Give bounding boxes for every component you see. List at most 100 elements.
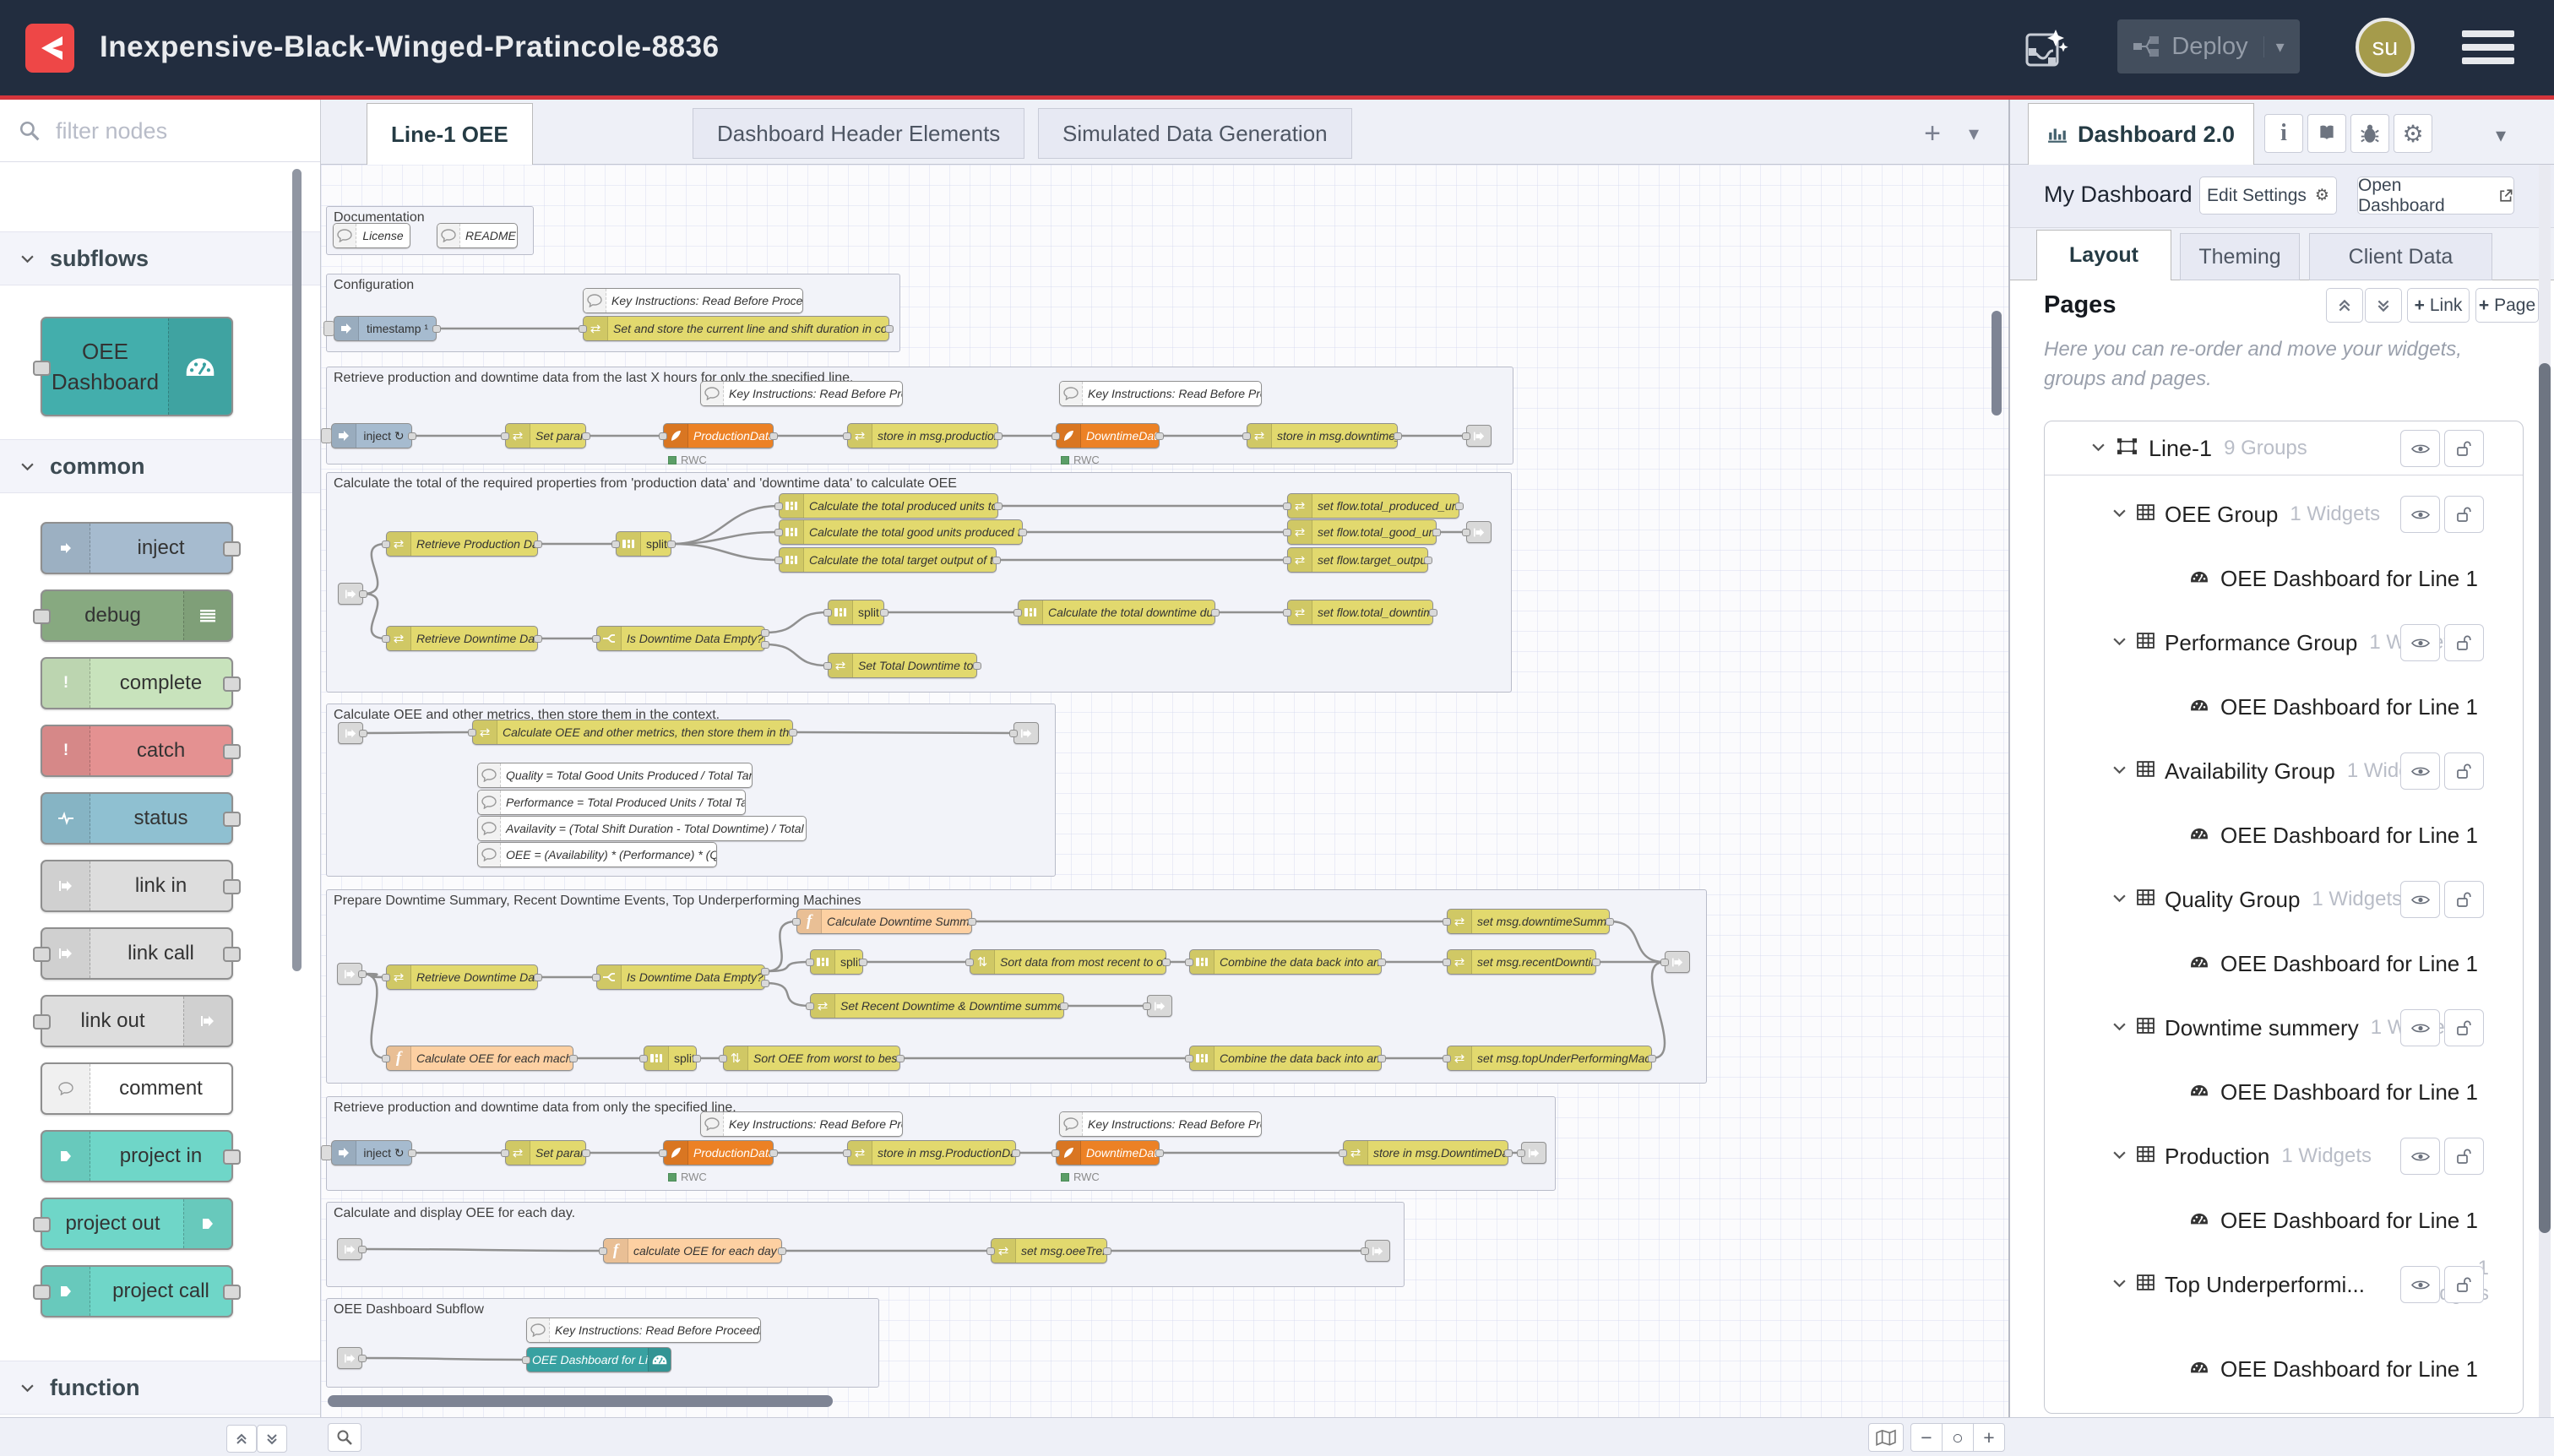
output-port[interactable] bbox=[1394, 432, 1402, 440]
input-port[interactable] bbox=[33, 609, 51, 624]
node-change[interactable]: ⇄store in msg.production_data bbox=[847, 423, 998, 448]
input-port[interactable] bbox=[1051, 1149, 1060, 1157]
output-port[interactable] bbox=[534, 974, 542, 981]
node-comment[interactable]: Key Instructions: Read Before Proceeding bbox=[700, 381, 903, 406]
node-inject[interactable]: inject ↻ bbox=[331, 423, 412, 448]
output-port[interactable] bbox=[667, 541, 676, 548]
input-port[interactable] bbox=[1013, 609, 1022, 617]
tree-widget-row[interactable]: OEE Dashboard for Line 1 bbox=[2045, 560, 2523, 597]
zoom-in-button[interactable]: + bbox=[1973, 1423, 2005, 1452]
input-port[interactable] bbox=[1283, 529, 1291, 536]
node-inject[interactable]: inject ↻ bbox=[331, 1140, 412, 1165]
input-port[interactable] bbox=[659, 432, 667, 440]
output-port[interactable] bbox=[761, 629, 769, 637]
visibility-toggle-button[interactable] bbox=[2400, 881, 2440, 918]
chevron-down-icon[interactable] bbox=[2112, 892, 2127, 907]
node-calc[interactable]: split bbox=[828, 600, 884, 625]
output-port[interactable] bbox=[223, 812, 241, 827]
lock-toggle-button[interactable] bbox=[2444, 881, 2484, 918]
tab-dashboard-header-elements[interactable]: Dashboard Header Elements bbox=[693, 108, 1024, 159]
node-comment[interactable]: Quality = Total Good Units Produced / To… bbox=[477, 763, 753, 788]
input-port[interactable] bbox=[592, 974, 600, 981]
chevron-down-icon[interactable] bbox=[2112, 763, 2127, 779]
move-up-button[interactable] bbox=[2326, 288, 2363, 323]
output-port[interactable] bbox=[534, 541, 542, 548]
lock-toggle-button[interactable] bbox=[2444, 1138, 2484, 1175]
palette-filter-input[interactable] bbox=[54, 111, 302, 150]
palette-node-project-out[interactable]: project out bbox=[41, 1198, 233, 1250]
input-port[interactable] bbox=[639, 1055, 648, 1062]
output-port[interactable] bbox=[761, 641, 769, 649]
palette-category-function[interactable]: function bbox=[0, 1361, 320, 1415]
visibility-toggle-button[interactable] bbox=[2400, 496, 2440, 533]
node-sort[interactable]: ⇅Sort data from most recent to oldest bbox=[970, 949, 1166, 975]
output-port[interactable] bbox=[1103, 1247, 1111, 1255]
input-port[interactable] bbox=[33, 947, 51, 962]
lock-toggle-button[interactable] bbox=[2444, 624, 2484, 661]
flow-canvas[interactable]: DocumentationConfigurationRetrieve produ… bbox=[321, 165, 2008, 1417]
node-switch[interactable]: Is Downtime Data Empty? bbox=[596, 964, 765, 990]
flow-list-button[interactable]: ▾ bbox=[1955, 115, 1992, 152]
input-port[interactable] bbox=[843, 432, 851, 440]
input-port[interactable] bbox=[501, 432, 509, 440]
tab-theming[interactable]: Theming bbox=[2180, 233, 2300, 280]
visibility-toggle-button[interactable] bbox=[2400, 430, 2440, 467]
tab-client-data[interactable]: Client Data bbox=[2309, 233, 2492, 280]
input-port[interactable] bbox=[823, 609, 832, 617]
input-port[interactable] bbox=[1051, 432, 1060, 440]
node-change[interactable]: ⇄Set Recent Downtime & Downtime summery … bbox=[810, 993, 1064, 1019]
lock-toggle-button[interactable] bbox=[2444, 496, 2484, 533]
node-influx[interactable]: ProductionData bbox=[663, 1140, 774, 1165]
node-change[interactable]: ⇄set flow.total_downtime bbox=[1287, 600, 1433, 625]
output-port[interactable] bbox=[223, 947, 241, 962]
lock-toggle-button[interactable] bbox=[2444, 430, 2484, 467]
node-change[interactable]: ⇄store in msg.DowntimeData bbox=[1343, 1140, 1508, 1165]
output-port[interactable] bbox=[994, 432, 1003, 440]
node-change[interactable]: ⇄store in msg.ProductionData bbox=[847, 1140, 1016, 1165]
canvas-hscrollbar[interactable] bbox=[328, 1395, 833, 1407]
output-port[interactable] bbox=[223, 744, 241, 759]
input-port[interactable] bbox=[382, 1055, 390, 1062]
chevron-down-icon[interactable] bbox=[2091, 441, 2106, 456]
palette-search[interactable] bbox=[0, 100, 321, 162]
panel-scrollbar[interactable] bbox=[2539, 363, 2551, 1233]
input-port[interactable] bbox=[843, 1149, 851, 1157]
node-func[interactable]: fcalculate OEE for each day bbox=[603, 1238, 782, 1263]
input-port[interactable] bbox=[33, 1285, 51, 1300]
input-port[interactable] bbox=[792, 918, 801, 926]
node-change[interactable]: ⇄store in msg.downtime_data bbox=[1247, 423, 1398, 448]
flow-group[interactable]: OEE Dashboard Subflow bbox=[326, 1298, 879, 1388]
node-func[interactable]: fCalculate OEE for each machine bbox=[386, 1046, 573, 1071]
output-port[interactable] bbox=[968, 918, 976, 926]
palette-category-subflows[interactable]: subflows bbox=[0, 231, 320, 285]
output-port[interactable] bbox=[582, 432, 590, 440]
output-port[interactable] bbox=[880, 609, 888, 617]
output-port[interactable] bbox=[358, 1355, 367, 1362]
input-port[interactable] bbox=[1361, 1247, 1369, 1255]
tree-group-row[interactable]: Performance Group 1 Widgets bbox=[2045, 624, 2523, 661]
node-change[interactable]: ⇄set msg.topUnderPerformingMachines bbox=[1447, 1046, 1652, 1071]
output-port[interactable] bbox=[1424, 557, 1432, 564]
node-change[interactable]: ⇄Set params bbox=[505, 423, 586, 448]
chevron-down-icon[interactable] bbox=[2112, 1020, 2127, 1035]
ai-assistant-icon[interactable] bbox=[2021, 25, 2068, 73]
input-port[interactable] bbox=[1660, 959, 1669, 966]
output-port[interactable] bbox=[1155, 432, 1164, 440]
node-comment[interactable]: Key Instructions: Read Before Proceeding bbox=[583, 288, 803, 313]
input-port[interactable] bbox=[592, 635, 600, 643]
input-port[interactable] bbox=[522, 1356, 530, 1364]
output-port[interactable] bbox=[1012, 1149, 1020, 1157]
tree-widget-row[interactable]: OEE Dashboard for Line 1 bbox=[2045, 817, 2523, 854]
palette-node-status[interactable]: status bbox=[41, 792, 233, 845]
output-port[interactable] bbox=[1648, 1055, 1656, 1062]
input-port[interactable] bbox=[965, 959, 974, 966]
input-port[interactable] bbox=[33, 1014, 51, 1030]
input-port[interactable] bbox=[719, 1055, 727, 1062]
palette-node-project-in[interactable]: project in bbox=[41, 1130, 233, 1182]
tab-simulated-data-generation[interactable]: Simulated Data Generation bbox=[1038, 108, 1352, 159]
input-port[interactable] bbox=[806, 959, 814, 966]
chevron-down-icon[interactable] bbox=[2112, 635, 2127, 650]
chevron-down-icon[interactable] bbox=[2112, 1277, 2127, 1292]
node-comment[interactable]: Key Instructions: Read Before Proceeding bbox=[700, 1111, 903, 1137]
output-port[interactable] bbox=[408, 432, 416, 440]
